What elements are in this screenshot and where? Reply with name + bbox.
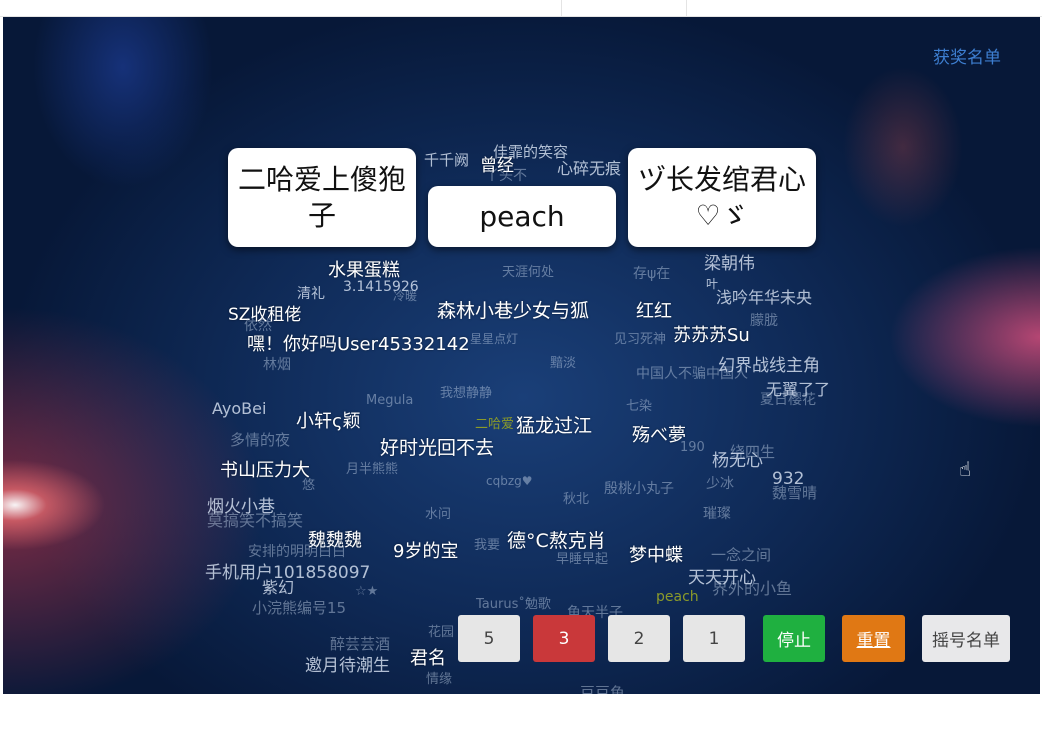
name-cloud-item: peach [656,589,699,605]
name-cloud-item: 红红 [636,301,672,322]
name-cloud-item: Megula [366,393,414,408]
count-option-2[interactable]: 2 [608,615,670,662]
name-cloud-item: 中国人不骗中国人 [636,366,748,382]
count-option-3[interactable]: 3 [533,615,595,662]
count-option-5[interactable]: 5 [458,615,520,662]
winner-card: peach [428,186,616,247]
top-bar-divider [561,0,562,16]
name-cloud-item: 殇べ夢 [632,425,686,446]
name-cloud-item: Taurus˚勉歌 [476,597,551,612]
name-cloud-item: 嘿！你好吗User45332142 [247,334,470,355]
name-cloud-item: 豆豆鱼 [580,684,626,694]
name-cloud-item: 190 [680,440,705,455]
name-cloud-item: 见习死神 [614,332,667,347]
lottery-stage: 佳霏的笑容 千千阙 曾经 丫头不 心碎无痕 天涯何处 水果蛋糕 清礼 3.1415926 冷暖 SZ… [3,17,1040,694]
name-cloud-item: 一念之间 [711,546,772,564]
hand-cursor-icon: ☝ [959,457,972,481]
name-cloud-item: 黯淡 [550,356,577,371]
name-cloud-item: 9岁的宝 [393,541,459,562]
name-cloud-item: 梁朝伟 [704,254,755,274]
name-cloud-item: 莫搞笑不搞笑 [207,511,304,530]
name-cloud-item: 我要 [474,538,501,553]
name-cloud-item: 千千阙 [424,151,470,169]
name-cloud-item: 心碎无痕 [557,159,622,178]
name-cloud-item: 猛龙过江 [516,415,593,437]
name-cloud-item: 夏日樱花 [760,392,816,408]
top-bar-divider [686,0,687,16]
name-cloud-item: 邀月待潮生 [305,656,390,676]
name-cloud-item: ☆★ [355,584,379,599]
name-cloud-item: 秋北 [563,492,590,507]
name-cloud-item: 苏苏苏Su [673,325,750,346]
reset-button[interactable]: 重置 [842,615,905,662]
name-cloud-item: 月半熊熊 [346,462,399,477]
name-cloud-item: 森林小巷少女与狐 [437,300,590,322]
name-cloud-item: 梦中蝶 [629,545,683,566]
name-cloud-item: 君名 [410,648,446,669]
name-cloud-item: 花园 [428,625,455,640]
name-cloud-item: 好时光回不去 [380,437,495,459]
roll-list-button[interactable]: 摇号名单 [922,615,1010,662]
name-cloud-item: 杨无心 [712,451,763,471]
name-cloud-item: cqbzg♥ [486,474,533,488]
name-cloud-item: 水问 [425,507,452,522]
name-cloud-item: AyoBei [212,399,267,418]
name-cloud-item: 魏雪晴 [772,484,818,502]
name-cloud-item: 界外的小鱼 [712,579,793,598]
name-cloud-item: 浅吟年华未央 [716,288,813,307]
name-cloud-item: 我想静静 [440,386,493,401]
name-cloud-item: 书山压力大 [220,460,310,481]
name-cloud-item: 紫幻 [262,578,295,597]
name-cloud-item: 小轩ς颖 [296,411,361,432]
name-cloud-item: 小浣熊编号15 [252,599,347,617]
name-cloud-item: 存ψ在 [633,266,671,282]
name-cloud-item: 丫头不 [485,168,527,184]
name-cloud-item: 天涯何处 [502,265,555,280]
name-cloud-item: 七染 [626,399,653,414]
name-cloud-item: 冷暖 [393,289,418,303]
award-list-link[interactable]: 获奖名单 [933,43,1001,68]
name-cloud-item: 情缘 [426,672,453,687]
name-cloud-item: 早睡早起 [556,552,609,567]
count-option-1[interactable]: 1 [683,615,745,662]
name-cloud-item: 星星点灯 [470,332,519,346]
name-cloud-item: 悠 [302,478,316,493]
name-cloud-item: 多情的夜 [230,431,291,449]
name-cloud-item: 少冰 [706,476,734,492]
name-cloud-item: 林烟 [263,357,291,373]
stop-button[interactable]: 停止 [763,615,825,662]
name-cloud-item: 殷桃小丸子 [604,481,674,497]
top-bar [0,0,1042,17]
winner-card: ヅ长发绾君心♡ゞ [628,148,816,247]
name-cloud-item: 朦胧 [750,313,778,329]
name-cloud-item: 璀璨 [703,506,731,522]
winner-card: 二哈爱上傻狍子 [228,148,416,247]
name-cloud-item: 二哈爱 [475,417,515,432]
